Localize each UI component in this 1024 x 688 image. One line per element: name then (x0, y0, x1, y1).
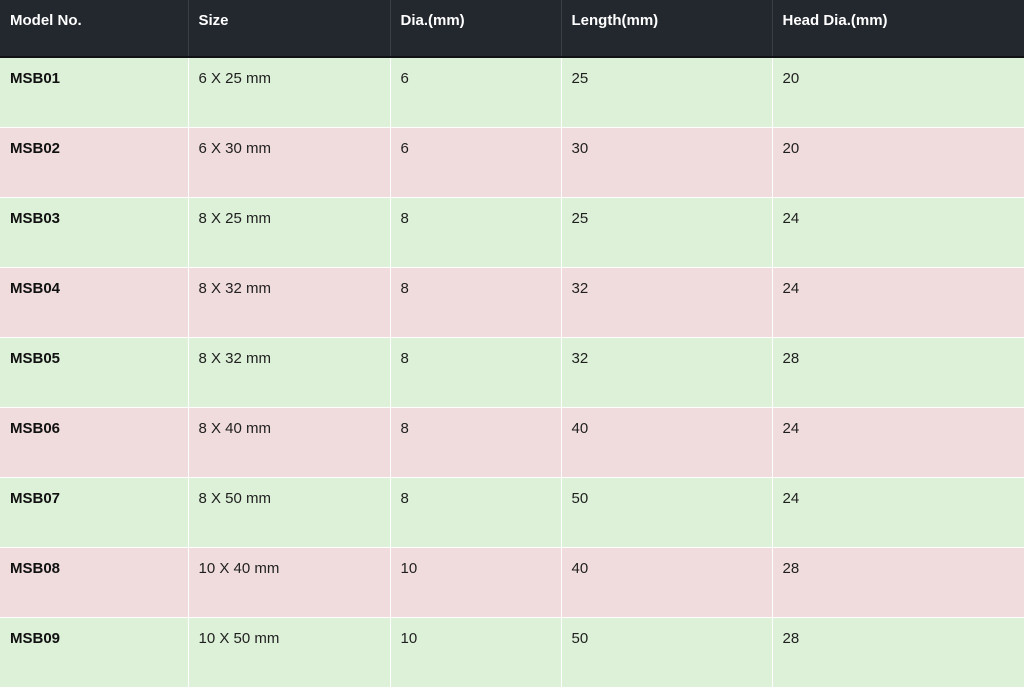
cell-length: 25 (561, 197, 773, 268)
cell-length: 50 (561, 617, 773, 688)
table-row: MSB08 10 X 40 mm 10 40 28 (0, 547, 1024, 618)
cell-head-dia: 24 (772, 197, 1024, 268)
cell-length: 25 (561, 57, 773, 128)
cell-length: 40 (561, 547, 773, 618)
cell-dia: 6 (390, 57, 562, 128)
cell-size: 6 X 25 mm (188, 57, 391, 128)
cell-dia: 8 (390, 267, 562, 338)
table-header: Model No. Size Dia.(mm) Length(mm) Head … (0, 0, 1024, 58)
cell-size: 8 X 40 mm (188, 407, 391, 478)
header-dia: Dia.(mm) (390, 0, 562, 58)
cell-length: 50 (561, 477, 773, 548)
cell-head-dia: 20 (772, 127, 1024, 198)
cell-size: 8 X 25 mm (188, 197, 391, 268)
cell-length: 30 (561, 127, 773, 198)
cell-dia: 8 (390, 407, 562, 478)
header-model-no: Model No. (0, 0, 189, 58)
table-body: MSB01 6 X 25 mm 6 25 20 MSB02 6 X 30 mm … (0, 57, 1024, 688)
header-head-dia: Head Dia.(mm) (772, 0, 1024, 58)
cell-size: 8 X 32 mm (188, 337, 391, 408)
cell-dia: 10 (390, 547, 562, 618)
cell-size: 6 X 30 mm (188, 127, 391, 198)
cell-dia: 8 (390, 337, 562, 408)
cell-model-no: MSB01 (0, 57, 189, 128)
cell-length: 40 (561, 407, 773, 478)
table-row: MSB06 8 X 40 mm 8 40 24 (0, 407, 1024, 478)
spec-table: Model No. Size Dia.(mm) Length(mm) Head … (0, 0, 1024, 688)
header-row: Model No. Size Dia.(mm) Length(mm) Head … (0, 0, 1024, 58)
table-row: MSB02 6 X 30 mm 6 30 20 (0, 127, 1024, 198)
cell-head-dia: 28 (772, 547, 1024, 618)
table-row: MSB07 8 X 50 mm 8 50 24 (0, 477, 1024, 548)
cell-model-no: MSB09 (0, 617, 189, 688)
cell-dia: 8 (390, 197, 562, 268)
cell-dia: 8 (390, 477, 562, 548)
cell-length: 32 (561, 267, 773, 338)
table-row: MSB03 8 X 25 mm 8 25 24 (0, 197, 1024, 268)
cell-model-no: MSB05 (0, 337, 189, 408)
cell-head-dia: 24 (772, 407, 1024, 478)
header-length: Length(mm) (561, 0, 773, 58)
cell-head-dia: 24 (772, 477, 1024, 548)
table-row: MSB05 8 X 32 mm 8 32 28 (0, 337, 1024, 408)
cell-model-no: MSB04 (0, 267, 189, 338)
header-size: Size (188, 0, 391, 58)
cell-size: 10 X 40 mm (188, 547, 391, 618)
table-row: MSB04 8 X 32 mm 8 32 24 (0, 267, 1024, 338)
cell-head-dia: 28 (772, 617, 1024, 688)
cell-size: 8 X 32 mm (188, 267, 391, 338)
cell-head-dia: 28 (772, 337, 1024, 408)
cell-model-no: MSB03 (0, 197, 189, 268)
cell-head-dia: 24 (772, 267, 1024, 338)
cell-size: 8 X 50 mm (188, 477, 391, 548)
cell-model-no: MSB06 (0, 407, 189, 478)
cell-length: 32 (561, 337, 773, 408)
cell-head-dia: 20 (772, 57, 1024, 128)
cell-model-no: MSB02 (0, 127, 189, 198)
cell-dia: 6 (390, 127, 562, 198)
table-row: MSB09 10 X 50 mm 10 50 28 (0, 617, 1024, 688)
table-row: MSB01 6 X 25 mm 6 25 20 (0, 57, 1024, 128)
cell-dia: 10 (390, 617, 562, 688)
cell-model-no: MSB07 (0, 477, 189, 548)
cell-size: 10 X 50 mm (188, 617, 391, 688)
cell-model-no: MSB08 (0, 547, 189, 618)
